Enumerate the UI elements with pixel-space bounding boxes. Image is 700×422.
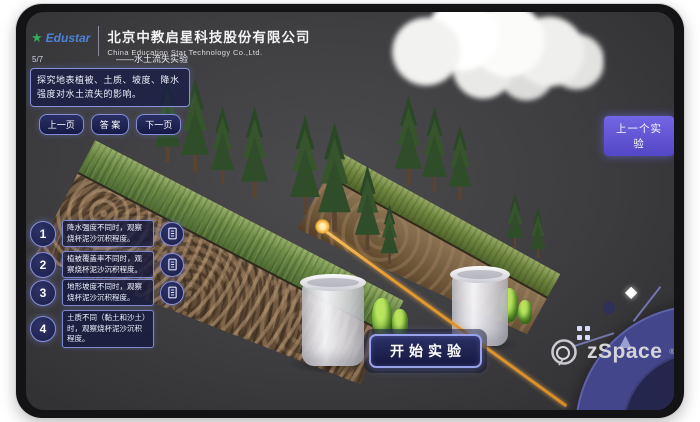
star-icon: ★	[31, 30, 43, 46]
app-window: ◆ ▲ zSpace ® ★ Edustar	[16, 4, 684, 418]
start-experiment-wrap: 开始实验	[364, 329, 487, 373]
company-name-cn: 北京中教启星科技股份有限公司	[107, 26, 310, 46]
gem-icon[interactable]: ◆	[625, 282, 637, 302]
edustar-logo-text: Edustar	[46, 31, 91, 45]
screenshot: ◆ ▲ zSpace ® ★ Edustar	[0, 0, 700, 422]
task-row: 1 降水强度不同时，观察烧杯泥沙沉积程度。	[30, 220, 184, 247]
task-text: 土质不同（黏土和沙土）时，观察烧杯泥沙沉积程度。	[62, 310, 154, 348]
experiment-title: ——水土流失实验	[116, 52, 188, 65]
zspace-swirl-icon	[548, 336, 580, 368]
task-text: 地形坡度不同时，观察烧杯泥沙沉积程度。	[62, 279, 154, 306]
panel-nav: 上一页 答 案 下一页	[30, 114, 190, 135]
conifer-tree-icon	[317, 122, 352, 232]
record-button[interactable]	[160, 222, 184, 246]
next-page-button[interactable]: 下一页	[136, 114, 181, 135]
task-text: 植被覆盖率不同时，观察烧杯泥沙沉积程度。	[62, 251, 154, 278]
conifer-tree-icon	[210, 106, 235, 184]
notes-icon	[166, 258, 179, 271]
experiment-scene[interactable]: ◆ ▲ zSpace ® ★ Edustar	[26, 12, 674, 410]
task-panel: 5/7 ——水土流失实验 探究地表植被、土质、坡度、降水强度对水土流失的影响。 …	[30, 52, 190, 135]
task-row: 4 土质不同（黏土和沙土）时，观察烧杯泥沙沉积程度。	[30, 310, 154, 348]
stylus-ray-tip	[315, 219, 330, 234]
record-button[interactable]	[160, 281, 184, 305]
task-number-badge: 3	[30, 280, 56, 306]
registered-mark: ®	[669, 349, 674, 356]
zspace-logo: zSpace ®	[548, 336, 674, 368]
page-indicator: 5/7	[32, 55, 43, 64]
answer-button[interactable]: 答 案	[91, 114, 130, 135]
record-button[interactable]	[160, 253, 184, 277]
previous-experiment-button[interactable]: 上一个实验	[604, 116, 674, 156]
zspace-wordmark: zSpace	[587, 340, 662, 364]
task-number-badge: 4	[30, 316, 56, 342]
start-experiment-button[interactable]: 开始实验	[369, 334, 482, 368]
task-row: 3 地形坡度不同时，观察烧杯泥沙沉积程度。	[30, 279, 184, 306]
conifer-tree-icon	[380, 204, 399, 264]
notes-icon	[166, 227, 179, 240]
edustar-logo: ★ Edustar	[31, 26, 90, 46]
task-number-badge: 1	[30, 221, 56, 247]
task-text: 降水强度不同时，观察烧杯泥沙沉积程度。	[62, 220, 154, 247]
task-number-badge: 2	[30, 252, 56, 278]
task-row: 2 植被覆盖率不同时，观察烧杯泥沙沉积程度。	[30, 251, 184, 278]
experiment-description: 探究地表植被、土质、坡度、降水强度对水土流失的影响。	[30, 68, 190, 107]
notes-icon	[166, 286, 179, 299]
task-panel-header: 5/7 ——水土流失实验	[30, 52, 190, 65]
bush-icon	[518, 300, 532, 324]
menu-dot-icon[interactable]	[603, 302, 615, 314]
collection-beaker-left	[302, 282, 364, 366]
conifer-tree-icon	[354, 165, 381, 250]
conifer-tree-icon	[240, 106, 269, 198]
prev-page-button[interactable]: 上一页	[39, 114, 84, 135]
